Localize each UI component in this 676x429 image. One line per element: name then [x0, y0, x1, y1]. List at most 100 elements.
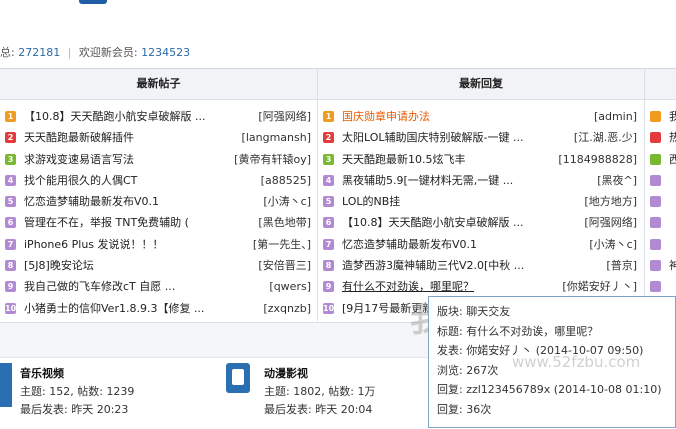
rank-badge: 9 — [323, 281, 334, 293]
thread-title-link[interactable]: 热 — [669, 127, 676, 148]
thread-title-link[interactable]: 求游戏变速易语言写法 — [24, 149, 229, 170]
thread-title-link[interactable]: iPhone6 Plus 发说说！！！ — [24, 234, 229, 255]
column-divider — [644, 69, 645, 321]
thread-title-link[interactable]: [5J8]晚安论坛 — [24, 255, 229, 276]
author-link[interactable]: [小涛丶c] — [260, 191, 311, 213]
thread-title-link[interactable]: 国庆勋章申请办法 — [342, 106, 547, 127]
newest-member-link[interactable]: 1234523 — [141, 46, 190, 59]
forum-last-post: 最后发表: 昨天 20:23 — [20, 403, 129, 416]
author-link[interactable]: [1184988828] — [555, 148, 637, 170]
list-item[interactable]: 8 [5J8]晚安论坛 [安倍晋三] — [5, 255, 314, 277]
thread-title-link[interactable]: 小猪勇士的信仰Ver1.8.9.3【修复 ... — [24, 298, 229, 319]
list-item[interactable]: 6 【10.8】天天酷跑小航安卓破解版 ... [阿强网络] — [323, 212, 640, 234]
thread-title-link[interactable]: 我 — [669, 106, 676, 127]
thread-title-link[interactable]: 【10.8】天天酷跑小航安卓破解版 ... — [24, 106, 229, 127]
rank-badge — [650, 196, 661, 208]
latest-replies-header: 最新回复 — [318, 69, 644, 100]
list-item[interactable]: 1 国庆勋章申请办法 [admin] — [323, 106, 640, 127]
thread-title-link[interactable]: 天天酷跑最新10.5炫飞丰 — [342, 149, 547, 170]
list-item[interactable]: 神 — [650, 255, 676, 276]
rank-badge: 7 — [323, 238, 334, 250]
thread-title-link[interactable]: 【10.8】天天酷跑小航安卓破解版 ... — [342, 212, 547, 233]
list-item[interactable]: 我 — [650, 106, 676, 127]
thread-title-link[interactable]: 管理在不在，举报 TNT免费辅助 ( — [24, 212, 229, 233]
list-item[interactable]: 6 管理在不在，举报 TNT免费辅助 ( [黑色地带] — [5, 212, 314, 234]
welcome-label: 欢迎新会员: — [78, 46, 138, 59]
list-item[interactable]: 4 找个能用很久的人偶CT [a88525] — [5, 169, 314, 191]
list-item[interactable]: 5 忆恋造梦辅助最新发布V0.1 [小涛丶c] — [5, 191, 314, 213]
author-link[interactable]: [你婼安好丿丶] — [559, 276, 637, 298]
author-link[interactable]: [安倍晋三] — [255, 255, 311, 277]
list-item[interactable] — [650, 276, 676, 297]
rank-badge: 1 — [5, 111, 16, 122]
author-link[interactable]: [地方地方] — [581, 191, 637, 213]
thread-title-link[interactable]: 忆恋造梦辅助最新发布V0.1 — [342, 234, 547, 255]
list-item[interactable]: 9 我自己做的飞车修改cT 自愿 ... [qwers] — [5, 276, 314, 298]
list-item[interactable]: 热 — [650, 127, 676, 148]
author-link[interactable]: [a88525] — [257, 169, 311, 191]
author-link[interactable]: [普京] — [603, 255, 637, 277]
rank-badge — [650, 111, 661, 122]
tooltip-posted: 发表: 你婼安好丿丶 (2014-10-07 09:50) — [437, 344, 644, 357]
author-link[interactable]: [admin] — [590, 106, 637, 127]
rank-badge: 3 — [323, 153, 334, 165]
forum-last-post: 最后发表: 昨天 20:04 — [264, 403, 373, 416]
thread-title-link[interactable]: 有什么不对劲诶，哪里呢？ — [342, 276, 547, 297]
list-item[interactable]: 4 黑夜辅助5.9[一键材料无需,一键 ... [黑夜^] — [323, 169, 640, 191]
list-item[interactable]: 1 【10.8】天天酷跑小航安卓破解版 ... [阿强网络] — [5, 106, 314, 127]
rank-badge: 4 — [5, 174, 16, 186]
author-link[interactable]: [阿强网络] — [255, 106, 311, 127]
latest-posts-list: 1 【10.8】天天酷跑小航安卓破解版 ... [阿强网络] 2 天天酷跑最新破解插件[… — [5, 106, 314, 319]
hot-panel: 最新帖子 最新回复 1 【10.8】天天酷跑小航安卓破解版 ... [阿强网络] 2 天… — [0, 68, 676, 321]
thread-title-link[interactable]: 忆恋造梦辅助最新发布V0.1 — [24, 191, 229, 212]
forum-name[interactable]: 音乐视频 — [20, 365, 64, 381]
rank-badge: 6 — [5, 217, 16, 229]
author-link[interactable]: [qwers] — [266, 276, 311, 298]
list-item[interactable] — [650, 170, 676, 191]
tooltip-last-reply: 回复: zzl123456789x (2014-10-08 01:10) — [437, 383, 662, 396]
author-link[interactable]: [第一先生、] — [249, 233, 311, 255]
author-link[interactable]: [langmansh] — [238, 127, 311, 149]
rank-badge: 1 — [323, 111, 334, 122]
author-link[interactable]: [黑夜^] — [594, 169, 637, 191]
author-link[interactable]: [黄帝有轩辕oy] — [231, 148, 311, 170]
author-link[interactable]: [小涛丶c] — [586, 233, 637, 255]
list-item[interactable]: 5 LOL的NB挂 [地方地方] — [323, 191, 640, 213]
author-link[interactable]: [江.湖.恶.少] — [570, 127, 637, 149]
thread-title-link[interactable]: 黑夜辅助5.9[一键材料无需,一键 ... — [342, 170, 547, 191]
thread-title-link[interactable]: 太阳LOL辅助国庆特别破解版-一键 ... — [342, 127, 547, 148]
list-item[interactable]: 3 天天酷跑最新10.5炫飞丰 [1184988828] — [323, 148, 640, 170]
list-item[interactable] — [650, 234, 676, 255]
list-item[interactable]: 7 iPhone6 Plus 发说说！！！ [第一先生、] — [5, 233, 314, 255]
rank-badge: 3 — [5, 153, 16, 165]
site-stats: 总: 272181 | 欢迎新会员: 1234523 — [0, 44, 190, 62]
posts-count: 272181 — [18, 46, 61, 59]
author-link[interactable]: [黑色地带] — [255, 212, 311, 234]
list-item[interactable]: 8 造梦西游3魔神辅助三代V2.0[中秋 ... [普京] — [323, 255, 640, 277]
author-link[interactable]: [阿强网络] — [581, 212, 637, 234]
list-item[interactable]: 2 天天酷跑最新破解插件 [langmansh] — [5, 127, 314, 149]
list-item[interactable]: 2 太阳LOL辅助国庆特别破解版-一键 ... [江.湖.恶.少] — [323, 127, 640, 149]
list-item[interactable]: 10 小猪勇士的信仰Ver1.8.9.3【修复 ... [zxqnzb] — [5, 297, 314, 319]
author-link[interactable]: [zxqnzb] — [260, 297, 311, 319]
list-item[interactable] — [650, 191, 676, 212]
column-divider — [317, 69, 318, 321]
thread-title-link[interactable]: 造梦西游3魔神辅助三代V2.0[中秋 ... — [342, 255, 547, 276]
list-item[interactable] — [650, 212, 676, 233]
list-item[interactable]: 9 有什么不对劲诶，哪里呢？ [你婼安好丿丶] — [323, 276, 640, 298]
forum-counts: 主题: 1802, 帖数: 1万 — [264, 385, 376, 398]
forum-name[interactable]: 动漫影视 — [264, 365, 308, 381]
top-button[interactable] — [79, 0, 107, 4]
rank-badge — [650, 132, 661, 144]
thread-title-link[interactable]: LOL的NB挂 — [342, 191, 547, 212]
thread-title-link[interactable]: 天天酷跑最新破解插件 — [24, 127, 229, 148]
posts-label: 总: — [0, 46, 19, 59]
list-item[interactable]: 3 求游戏变速易语言写法 [黄帝有轩辕oy] — [5, 148, 314, 170]
thread-title-link[interactable]: 找个能用很久的人偶CT — [24, 170, 229, 191]
thread-title-link[interactable]: 西 — [669, 149, 676, 170]
thread-title-link[interactable]: 神 — [669, 255, 676, 276]
thread-title-link[interactable]: 我自己做的飞车修改cT 自愿 ... — [24, 276, 229, 297]
list-item[interactable]: 西 — [650, 149, 676, 170]
list-item[interactable]: 7 忆恋造梦辅助最新发布V0.1 [小涛丶c] — [323, 233, 640, 255]
rank-badge: 4 — [323, 174, 334, 186]
